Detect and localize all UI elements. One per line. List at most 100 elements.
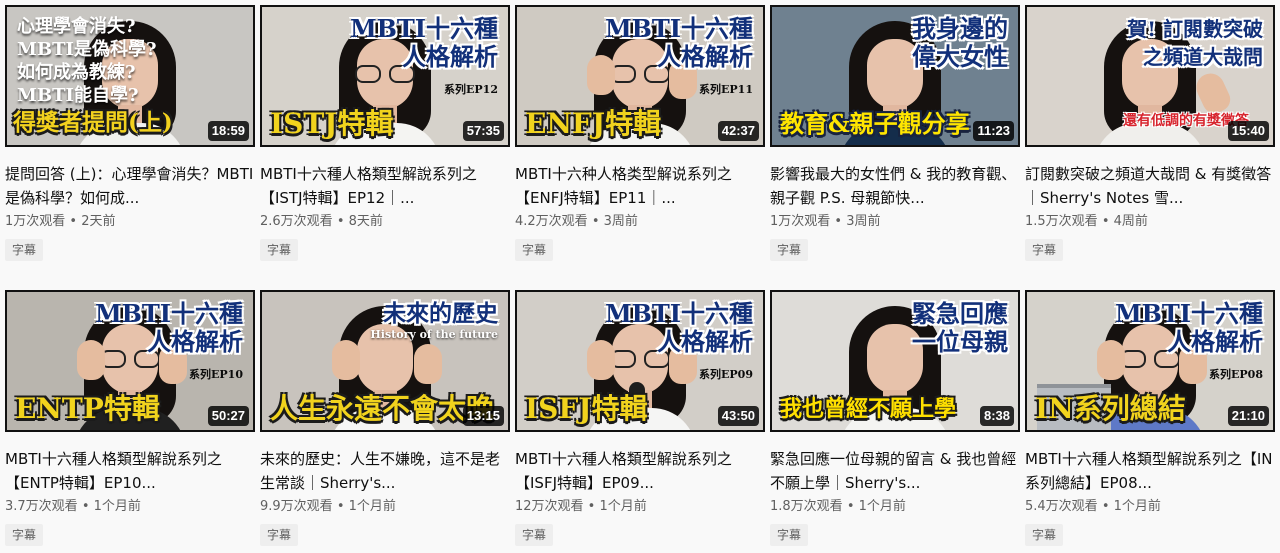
view-count: 1万次观看 — [5, 214, 66, 229]
overlay-line: MBTI是偽科學? — [17, 39, 157, 60]
thumbnail-label: ENFJ特輯 — [525, 107, 662, 140]
separator-dot: • — [332, 499, 349, 514]
thumbnail-label: ENTP特輯 — [15, 392, 160, 425]
video-title[interactable]: 緊急回應一位母親的留言 & 我也曾經不願上學｜Sherry's... — [770, 447, 1020, 495]
thumbnail-title-line: 之頻道大哉問 — [1143, 45, 1263, 69]
view-count: 5.4万次观看 — [1025, 499, 1098, 514]
thumbnail-label: ISTJ特輯 — [270, 107, 394, 140]
thumbnail-title-line: 人格解析 — [402, 42, 498, 71]
upload-age: 3周前 — [846, 214, 881, 229]
duration-badge: 13:15 — [462, 406, 504, 426]
duration-badge: 15:40 — [1227, 121, 1269, 141]
thumbnail-label: IN系列總結 — [1035, 392, 1186, 425]
upload-age: 1个月前 — [93, 499, 141, 514]
subtitle-badge: 字幕 — [515, 524, 554, 546]
subtitle-badge: 字幕 — [770, 524, 809, 546]
view-count: 9.9万次观看 — [260, 499, 333, 514]
upload-age: 1个月前 — [348, 499, 396, 514]
video-stats: 4.2万次观看 • 3周前 — [515, 213, 765, 231]
video-thumbnail[interactable]: 未來的歷史 History of the future 人生永遠不會太晚 13:15 — [260, 290, 510, 432]
thumbnail-overlay-text: 心理學會消失? MBTI是偽科學? 如何成為教練? MBTI能自學? — [17, 15, 157, 107]
duration-badge: 50:27 — [207, 406, 249, 426]
subtitle-badge: 字幕 — [770, 239, 809, 261]
thumbnail-title-line: MBTI十六種 — [95, 299, 243, 328]
video-card[interactable]: 緊急回應 一位母親 我也曾經不願上學 8:38 緊急回應一位母親的留言 & 我也曾經不願… — [770, 290, 1020, 546]
duration-badge: 21:10 — [1227, 406, 1269, 426]
overlay-line: 心理學會消失? — [17, 16, 136, 37]
video-stats: 9.9万次观看 • 1个月前 — [260, 498, 510, 516]
video-stats: 2.6万次观看 • 8天前 — [260, 213, 510, 231]
upload-age: 1个月前 — [599, 499, 647, 514]
video-title[interactable]: MBTI十六種人格類型解說系列之【ISTJ特輯】EP12｜... — [260, 162, 510, 210]
separator-dot: • — [583, 499, 600, 514]
separator-dot: • — [587, 214, 604, 229]
video-title[interactable]: 訂閱數突破之頻道大哉問 & 有獎徵答｜Sherry's Notes 雪... — [1025, 162, 1275, 210]
video-thumbnail[interactable]: 緊急回應 一位母親 我也曾經不願上學 8:38 — [770, 290, 1020, 432]
video-thumbnail[interactable]: 我身邊的 偉大女性教育&親子觀分享 11:23 — [770, 5, 1020, 147]
separator-dot: • — [1097, 214, 1114, 229]
video-thumbnail[interactable]: MBTI十六種 人格解析 系列EP10 ENTP特輯 50:27 — [5, 290, 255, 432]
separator-dot: • — [65, 214, 82, 229]
thumbnail-title-line: MBTI十六種 — [350, 14, 498, 43]
overlay-line: MBTI能自學? — [17, 85, 139, 106]
hand-figure — [332, 340, 360, 380]
video-thumbnail[interactable]: MBTI十六種 人格解析 系列EP08 IN系列總結 21:10 — [1025, 290, 1275, 432]
thumbnail-title: 緊急回應 一位母親 — [912, 300, 1008, 356]
thumbnail-title-line: MBTI十六種 — [605, 299, 753, 328]
video-thumbnail[interactable]: 賀! 訂閱數突破 之頻道大哉問 還有低調的有獎徵答 15:40 — [1025, 5, 1275, 147]
video-stats: 12万次观看 • 1个月前 — [515, 498, 765, 516]
upload-age: 3周前 — [603, 214, 638, 229]
view-count: 4.2万次观看 — [515, 214, 588, 229]
video-card[interactable]: 心理學會消失? MBTI是偽科學? 如何成為教練? MBTI能自學? 得獎者提問(上) 1… — [5, 5, 255, 261]
video-thumbnail[interactable]: MBTI十六種 人格解析 系列EP09 ISFJ特輯 43:50 — [515, 290, 765, 432]
subtitle-badge: 字幕 — [1025, 239, 1064, 261]
thumbnail-label: 教育&親子觀分享 — [780, 109, 970, 138]
video-card[interactable]: 我身邊的 偉大女性教育&親子觀分享 11:23 影響我最大的女性們 & 我的教育觀、親… — [770, 5, 1020, 261]
duration-badge: 57:35 — [462, 121, 504, 141]
video-thumbnail[interactable]: MBTI十六種 人格解析 系列EP11 ENFJ特輯 42:37 — [515, 5, 765, 147]
thumbnail-title: MBTI十六種 人格解析 — [605, 300, 753, 356]
video-meta: MBTI十六種人格類型解說系列之【IN系列總結】EP08... 5.4万次观看 •… — [1025, 447, 1275, 546]
upload-age: 2天前 — [81, 214, 116, 229]
video-card[interactable]: 賀! 訂閱數突破 之頻道大哉問 還有低調的有獎徵答 15:40 訂閱數突破之頻道大哉問 … — [1025, 5, 1275, 261]
subtitle-badge: 字幕 — [260, 239, 299, 261]
video-thumbnail[interactable]: 心理學會消失? MBTI是偽科學? 如何成為教練? MBTI能自學? 得獎者提問(上) 1… — [5, 5, 255, 147]
duration-badge: 8:38 — [979, 406, 1014, 426]
video-card[interactable]: MBTI十六種 人格解析 系列EP11 ENFJ特輯 42:37 MBTI十六种人格类型解… — [515, 5, 765, 261]
separator-dot: • — [830, 214, 847, 229]
video-title[interactable]: 提問回答 (上)：心理學會消失？MBTI是偽科學？如何成... — [5, 162, 255, 210]
video-stats: 1.5万次观看 • 4周前 — [1025, 213, 1275, 231]
thumbnail-title-line: MBTI十六種 — [605, 14, 753, 43]
duration-badge: 18:59 — [207, 121, 249, 141]
video-title[interactable]: MBTI十六種人格類型解說系列之【ISFJ特輯】EP09... — [515, 447, 765, 495]
thumbnail-title-line: 賀! 訂閱數突破 — [1127, 17, 1263, 41]
video-title[interactable]: 未來的歷史：人生不嫌晚，這不是老生常談｜Sherry's... — [260, 447, 510, 495]
series-tag: 系列EP11 — [699, 83, 753, 96]
view-count: 1万次观看 — [770, 214, 831, 229]
overlay-line: 如何成為教練? — [17, 62, 136, 83]
video-title[interactable]: MBTI十六种人格类型解说系列之【ENFJ特辑】EP11｜... — [515, 162, 765, 210]
subtitle-badge: 字幕 — [5, 524, 44, 546]
video-stats: 1万次观看 • 3周前 — [770, 213, 1020, 231]
video-card[interactable]: MBTI十六種 人格解析 系列EP10 ENTP特輯 50:27 MBTI十六種人格類型解… — [5, 290, 255, 546]
video-meta: 未來的歷史：人生不嫌晚，這不是老生常談｜Sherry's... 9.9万次观看 •… — [260, 447, 510, 546]
video-card[interactable]: MBTI十六種 人格解析 系列EP09 ISFJ特輯 43:50 MBTI十六種人格類型解… — [515, 290, 765, 546]
video-title[interactable]: 影響我最大的女性們 & 我的教育觀、親子觀 P.S. 母親節快... — [770, 162, 1020, 210]
video-meta: 緊急回應一位母親的留言 & 我也曾經不願上學｜Sherry's... 1.8万次观… — [770, 447, 1020, 546]
video-card[interactable]: 未來的歷史 History of the future 人生永遠不會太晚 13:15 未… — [260, 290, 510, 546]
video-card[interactable]: MBTI十六種 人格解析 系列EP08 IN系列總結 21:10 MBTI十六種人格類型解… — [1025, 290, 1275, 546]
video-thumbnail[interactable]: MBTI十六種 人格解析系列EP12 ISTJ特輯 57:35 — [260, 5, 510, 147]
view-count: 12万次观看 — [515, 499, 584, 514]
thumbnail-title: MBTI十六種 人格解析 — [605, 15, 753, 71]
thumbnail-title: 我身邊的 偉大女性 — [912, 15, 1008, 71]
thumbnail-title-line: 我身邊的 — [912, 14, 1008, 43]
duration-badge: 11:23 — [973, 121, 1014, 141]
series-tag: 系列EP12 — [444, 83, 498, 96]
video-card[interactable]: MBTI十六種 人格解析系列EP12 ISTJ特輯 57:35 MBTI十六種人格類型解… — [260, 5, 510, 261]
series-tag: 系列EP10 — [189, 368, 243, 381]
thumbnail-title-line: 人格解析 — [657, 42, 753, 71]
subtitle-badge: 字幕 — [1025, 524, 1064, 546]
video-title[interactable]: MBTI十六種人格類型解說系列之【IN系列總結】EP08... — [1025, 447, 1275, 495]
video-title[interactable]: MBTI十六種人格類型解說系列之【ENTP特輯】EP10... — [5, 447, 255, 495]
thumbnail-title-line: 人格解析 — [1167, 327, 1263, 356]
